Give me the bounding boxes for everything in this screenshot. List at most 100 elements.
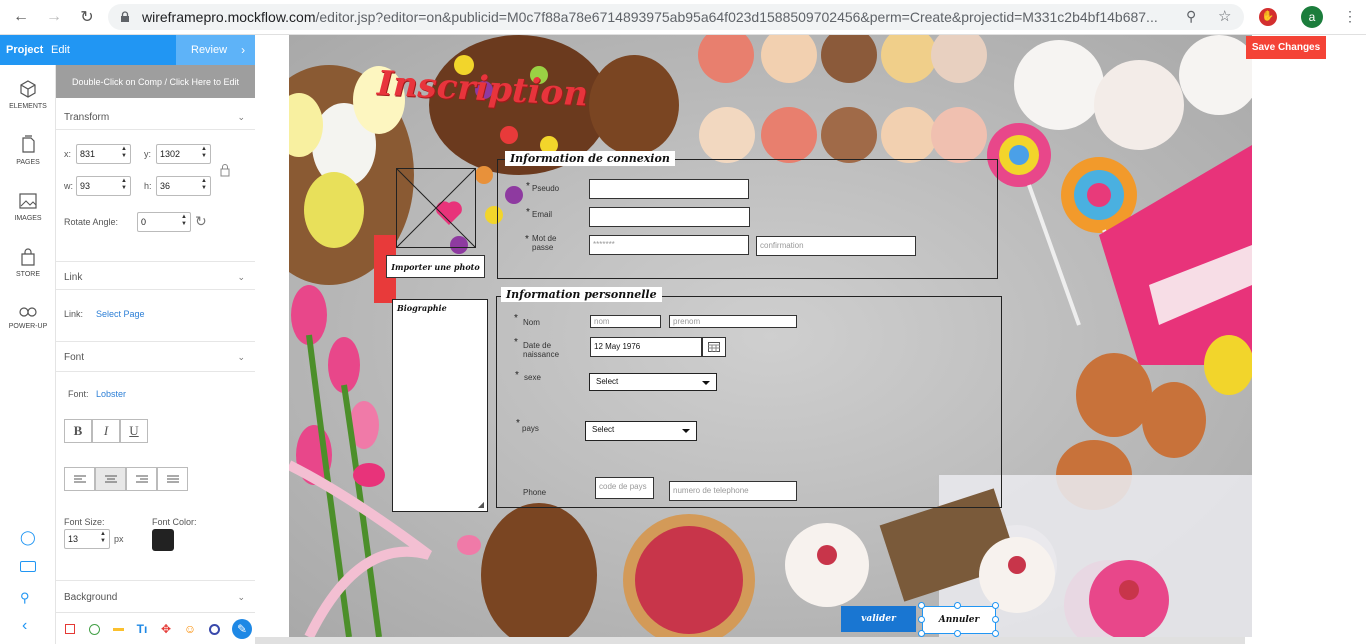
select-page-link[interactable]: Select Page	[96, 309, 145, 319]
underline-button[interactable]: U	[120, 419, 148, 443]
selection-handle[interactable]	[992, 616, 999, 623]
selection-handle[interactable]	[992, 630, 999, 637]
stepper-icon[interactable]: ▲ ▼	[181, 214, 187, 228]
calendar-button[interactable]	[702, 337, 726, 357]
browser-toolbar: ← → ↻ wireframepro.mockflow.com/editor.j…	[0, 0, 1366, 35]
font-size-input[interactable]: 13 ▲ ▼	[64, 529, 110, 549]
rail-powerup[interactable]: POWER-UP	[0, 305, 56, 330]
edit-hint-bar[interactable]: Double-Click on Comp / Click Here to Edi…	[56, 65, 255, 98]
stepper-icon[interactable]: ▲ ▼	[201, 146, 207, 160]
stepper-icon[interactable]: ▲ ▼	[121, 146, 127, 160]
y-input[interactable]: 1302 ▲ ▼	[156, 144, 211, 164]
divider	[56, 289, 255, 290]
rail-pages[interactable]: PAGES	[0, 135, 56, 166]
chevron-down-icon[interactable]: ⌄	[237, 592, 245, 603]
phone-input[interactable]: numero de telephone	[669, 481, 797, 501]
birth-date-input[interactable]: 12 May 1976	[590, 337, 702, 357]
profile-avatar[interactable]: a	[1301, 6, 1323, 28]
nom-input[interactable]: nom	[590, 315, 661, 328]
italic-button[interactable]: I	[92, 419, 120, 443]
font-color-swatch[interactable]	[152, 529, 174, 551]
divider	[56, 129, 255, 130]
bold-button[interactable]: B	[64, 419, 92, 443]
edit-menu[interactable]: Edit	[51, 44, 70, 56]
h-value: 36	[160, 181, 171, 191]
left-icon-rail: ELEMENTS PAGES IMAGES STORE POWER-UP ◯ ⚲…	[0, 65, 56, 644]
chevron-down-icon[interactable]: ⌄	[237, 352, 245, 363]
selection-handle[interactable]	[992, 602, 999, 609]
video-icon[interactable]	[20, 561, 36, 572]
rail-store[interactable]: STORE	[0, 247, 56, 278]
more-menu-icon[interactable]: ⋮	[1343, 8, 1357, 25]
adblock-extension-icon[interactable]: ✋	[1259, 8, 1277, 26]
password-confirm-input[interactable]: confirmation	[756, 236, 916, 256]
stepper-icon[interactable]: ▲ ▼	[201, 178, 207, 192]
drawing-toolbar: Tı ✥ ☺ ✎	[56, 612, 255, 644]
save-changes-button[interactable]: Save Changes	[1246, 36, 1326, 59]
prenom-input[interactable]: prenom	[669, 315, 797, 328]
rectangle-tool-icon[interactable]	[62, 621, 78, 637]
x-input[interactable]: 831 ▲ ▼	[76, 144, 131, 164]
font-family-link[interactable]: Lobster	[96, 389, 126, 399]
pays-select[interactable]: Select	[585, 421, 697, 441]
phone-label: Phone	[523, 488, 547, 497]
rail-powerup-label: POWER-UP	[8, 323, 48, 330]
height-input[interactable]: 36 ▲ ▼	[156, 176, 211, 196]
chevron-down-icon[interactable]: ⌄	[237, 112, 245, 123]
review-button[interactable]: Review ›	[176, 35, 255, 65]
dropdown-arrow-icon	[682, 429, 690, 433]
align-center-button[interactable]	[95, 467, 126, 491]
text-tool-icon[interactable]: Tı	[134, 621, 150, 637]
address-bar[interactable]: wireframepro.mockflow.com/editor.jsp?edi…	[108, 4, 1244, 30]
reload-icon[interactable]: ↻	[76, 6, 98, 28]
emoji-tool-icon[interactable]: ☺	[182, 621, 198, 637]
collapse-chevron-icon[interactable]: ‹	[22, 617, 27, 635]
biography-textarea[interactable]: Biographie ◢	[392, 299, 488, 512]
width-input[interactable]: 93 ▲ ▼	[76, 176, 131, 196]
selection-handle[interactable]	[954, 630, 961, 637]
align-justify-icon	[166, 475, 179, 482]
line-tool-icon[interactable]	[110, 621, 126, 637]
comment-icon[interactable]: ◯	[20, 529, 36, 546]
submit-button[interactable]: valider	[841, 606, 916, 632]
resize-handle-icon[interactable]: ◢	[478, 500, 484, 509]
pseudo-input[interactable]	[589, 179, 749, 199]
password-input[interactable]: *******	[589, 235, 749, 255]
rotate-reset-icon[interactable]: ↻	[195, 213, 207, 230]
import-photo-button[interactable]: Importer une photo	[386, 255, 485, 278]
brush-tool-icon[interactable]: ✎	[232, 619, 252, 639]
horizontal-scrollbar[interactable]	[255, 637, 1245, 644]
rail-images[interactable]: IMAGES	[0, 191, 56, 222]
forward-arrow-icon[interactable]: →	[43, 6, 65, 28]
required-mark: *	[514, 313, 518, 324]
target-tool-icon[interactable]	[206, 621, 222, 637]
move-tool-icon[interactable]: ✥	[158, 621, 174, 637]
country-code-input[interactable]: code de pays	[595, 477, 654, 499]
rotate-input[interactable]: 0 ▲ ▼	[137, 212, 191, 232]
email-input[interactable]	[589, 207, 750, 227]
circle-tool-icon[interactable]	[86, 621, 102, 637]
align-right-button[interactable]	[126, 467, 157, 491]
bookmark-star-icon[interactable]: ☆	[1218, 7, 1231, 25]
selection-handle[interactable]	[918, 616, 925, 623]
selection-handle[interactable]	[918, 602, 925, 609]
zoom-out-icon[interactable]: ⚲	[20, 590, 30, 606]
font-label: Font:	[68, 389, 89, 399]
rail-elements[interactable]: ELEMENTS	[0, 79, 56, 110]
aspect-lock-icon[interactable]	[220, 163, 230, 177]
selection-handle[interactable]	[954, 602, 961, 609]
divider	[56, 341, 255, 342]
wireframe-page[interactable]: Inscription Importer une photo Informati…	[289, 35, 1252, 637]
zoom-icon[interactable]: ⚲	[1186, 8, 1196, 25]
divider	[56, 261, 255, 262]
stepper-icon[interactable]: ▲ ▼	[100, 531, 106, 545]
required-mark: *	[525, 234, 529, 245]
chevron-down-icon[interactable]: ⌄	[237, 272, 245, 283]
project-menu[interactable]: Project	[6, 44, 43, 56]
align-justify-button[interactable]	[157, 467, 188, 491]
selection-handle[interactable]	[918, 630, 925, 637]
back-arrow-icon[interactable]: ←	[10, 6, 32, 28]
stepper-icon[interactable]: ▲ ▼	[121, 178, 127, 192]
sexe-select[interactable]: Select	[589, 373, 717, 391]
align-left-button[interactable]	[64, 467, 95, 491]
